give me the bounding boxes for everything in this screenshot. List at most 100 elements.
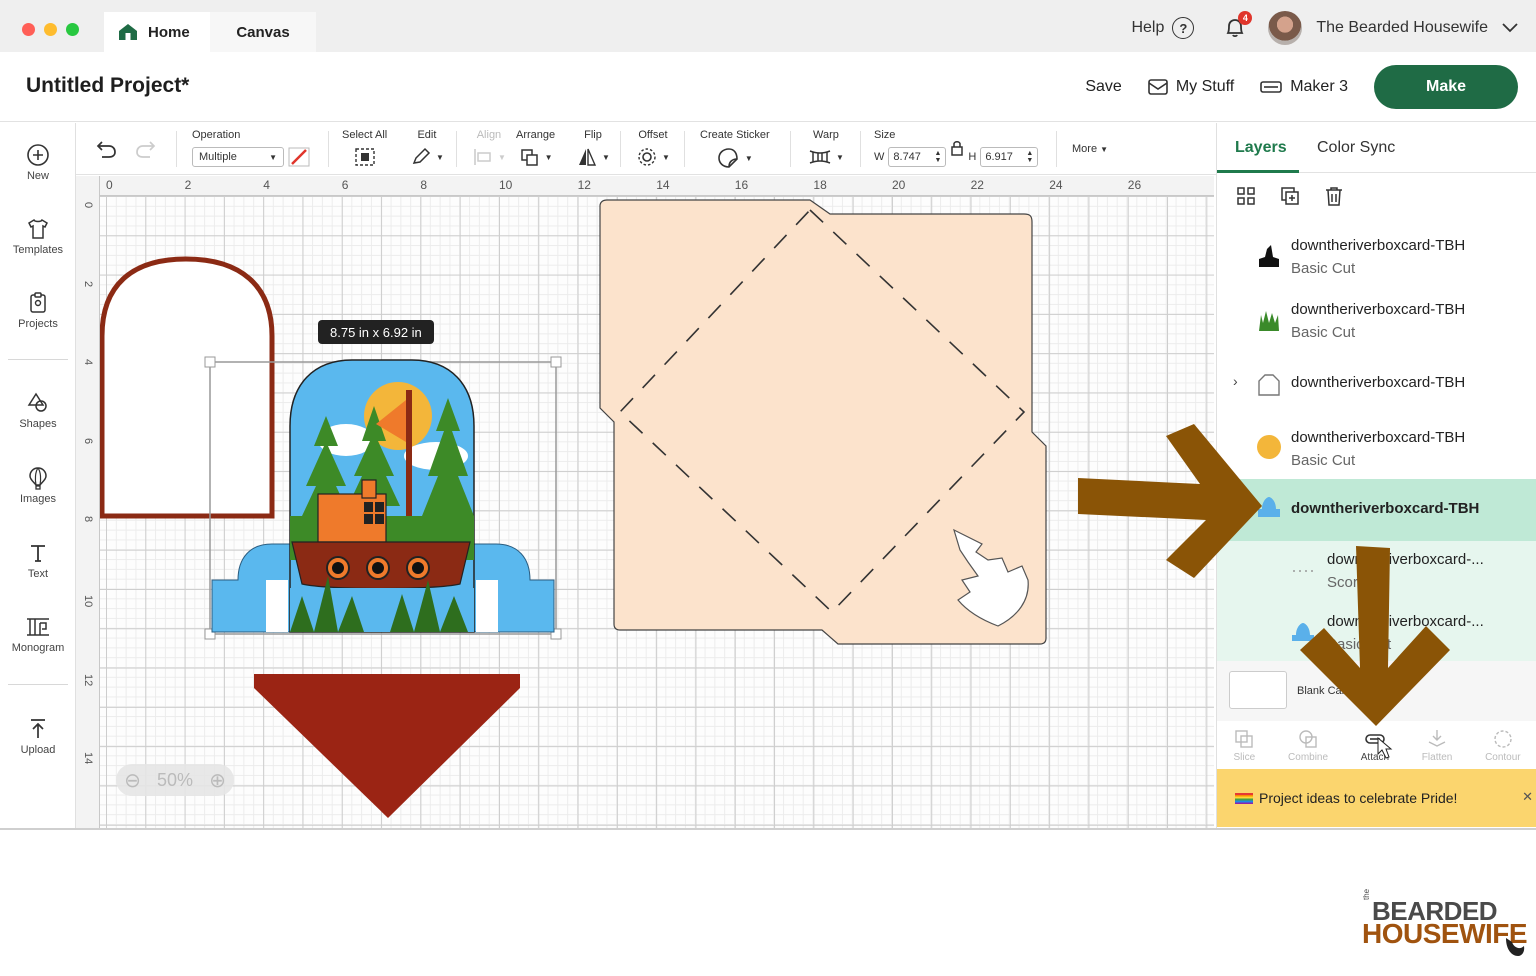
zoom-in-button[interactable]: ⊕ — [209, 768, 226, 793]
tab-color-sync[interactable]: Color Sync — [1317, 139, 1395, 157]
select-all-label: Select All — [342, 129, 388, 141]
combine-button[interactable]: Combine — [1288, 728, 1328, 763]
operation-group: Operation Multiple ▼ — [192, 129, 310, 167]
dropdown-caret-icon: ▼ — [436, 152, 444, 162]
layer-name: downtheriverboxcard-TBH — [1291, 301, 1466, 318]
create-sticker-label: Create Sticker — [700, 129, 770, 141]
pen-color-swatch-icon[interactable] — [288, 147, 310, 167]
avatar[interactable] — [1268, 11, 1303, 45]
notifications-button[interactable]: 4 — [1222, 11, 1253, 41]
align-group[interactable]: Align ▼ — [472, 129, 506, 167]
layer-row[interactable]: downtheriverboxcard-TBH Basic Cut — [1217, 291, 1536, 353]
chevron-down-icon[interactable] — [1502, 23, 1518, 33]
size-label: Size — [874, 129, 896, 141]
tab-home[interactable]: Home — [104, 12, 210, 52]
edit-group[interactable]: Edit ▼ — [410, 129, 444, 167]
machine-selector[interactable]: Maker 3 — [1260, 78, 1348, 96]
resize-handle[interactable] — [550, 356, 562, 368]
resize-handle[interactable] — [204, 356, 216, 368]
layer-row[interactable]: downtheriverboxcard-... Basic Cut — [1217, 603, 1536, 665]
cutting-machine-icon — [1260, 81, 1283, 93]
close-icon[interactable]: ✕ — [1522, 789, 1533, 805]
undo-icon[interactable] — [94, 139, 118, 159]
user-name[interactable]: The Bearded Housewife — [1316, 19, 1488, 37]
layer-row[interactable]: downtheriverboxcard-TBH Basic Cut — [1217, 419, 1536, 481]
layer-group-row[interactable]: › downtheriverboxcard-TBH — [1217, 355, 1536, 417]
upload-icon — [31, 719, 45, 738]
tab-canvas[interactable]: Canvas — [210, 12, 316, 52]
lock-icon[interactable] — [950, 140, 964, 156]
close-window-button[interactable] — [22, 23, 35, 36]
height-input[interactable]: 6.917 ▲ ▼ — [980, 147, 1039, 167]
design-canvas[interactable]: 0 2 4 6 8 10 12 14 16 18 20 22 24 26 0 2 4 6 8 10 12 14 8.75… — [76, 176, 1214, 828]
blank-canvas-row[interactable]: Blank Canvas — [1217, 661, 1536, 721]
select-all-group[interactable]: Select All — [342, 129, 387, 167]
arch-shape[interactable] — [99, 256, 275, 519]
create-sticker-group[interactable]: Create Sticker ▼ — [700, 129, 770, 169]
layer-row[interactable]: downtheriverboxcard-TBH Basic Cut — [1217, 227, 1536, 289]
my-stuff-button[interactable]: My Stuff — [1148, 78, 1234, 96]
width-input[interactable]: 8.747 ▲ ▼ — [888, 147, 947, 167]
toolbar-divider — [328, 131, 329, 167]
sidebar-item-monogram[interactable]: Monogram — [0, 615, 76, 654]
attach-button[interactable]: Attach — [1361, 728, 1389, 763]
combine-icon — [1299, 729, 1317, 748]
make-button[interactable]: Make — [1374, 65, 1518, 109]
save-button[interactable]: Save — [1085, 78, 1121, 96]
sidebar-item-templates[interactable]: Templates — [0, 217, 76, 256]
layer-toolbar — [1235, 185, 1345, 207]
toolbar-divider — [684, 131, 685, 167]
ruler-tick-label: 6 — [341, 178, 349, 192]
size-group: Size W 8.747 ▲ ▼ H 6.917 ▲ ▼ — [874, 129, 1039, 167]
trash-icon[interactable] — [1323, 185, 1345, 207]
stepper-arrows-icon[interactable]: ▲ ▼ — [934, 150, 941, 164]
flip-icon — [579, 148, 597, 166]
sidebar-item-images[interactable]: Images — [0, 466, 76, 505]
layer-row[interactable]: downtheriverboxcard-... Score — [1217, 541, 1536, 603]
sidebar-item-shapes[interactable]: Shapes — [0, 391, 76, 430]
duplicate-icon[interactable] — [1279, 185, 1301, 207]
stepper-arrows-icon[interactable]: ▲ ▼ — [1026, 150, 1033, 164]
canvas-color-swatch[interactable] — [1229, 671, 1287, 709]
height-label: H — [968, 151, 977, 163]
plus-circle-icon — [27, 144, 49, 166]
minimize-window-button[interactable] — [44, 23, 57, 36]
sidebar-item-upload[interactable]: Upload — [0, 717, 76, 756]
sidebar-item-projects[interactable]: Projects — [0, 291, 76, 330]
tab-layers[interactable]: Layers — [1235, 139, 1287, 157]
more-button[interactable]: More ▼ — [1072, 143, 1108, 155]
arrange-group[interactable]: Arrange ▼ — [516, 129, 555, 167]
active-tab-indicator — [1217, 170, 1299, 173]
more-label: More — [1072, 143, 1098, 155]
sidebar-item-label: Shapes — [19, 418, 57, 430]
expand-chevron-icon[interactable]: › — [1233, 373, 1238, 389]
ruler-tick-label: 6 — [82, 437, 94, 444]
toolbar-divider — [176, 131, 177, 167]
slice-button[interactable]: Slice — [1233, 728, 1255, 763]
group-icon[interactable] — [1235, 185, 1257, 207]
promo-banner[interactable]: Project ideas to celebrate Pride! ✕ — [1217, 769, 1536, 827]
sidebar-item-new[interactable]: New — [0, 143, 76, 182]
layer-operation: Basic Cut — [1291, 260, 1356, 277]
ruler-tick-label: 2 — [82, 280, 94, 287]
operation-select[interactable]: Multiple ▼ — [192, 147, 284, 167]
flip-label: Flip — [584, 129, 602, 141]
select-all-icon — [354, 148, 375, 166]
contour-button[interactable]: Contour — [1485, 728, 1521, 763]
warp-group[interactable]: Warp ▼ — [808, 129, 844, 167]
flip-group[interactable]: Flip ▼ — [576, 129, 610, 167]
offset-group[interactable]: Offset ▼ — [636, 129, 670, 167]
triangle-flap-shape[interactable] — [254, 674, 520, 818]
hot-air-balloon-icon — [29, 467, 47, 490]
contour-label: Contour — [1485, 751, 1521, 763]
help-link[interactable]: Help ? — [1131, 17, 1195, 39]
page-title[interactable]: Untitled Project* — [26, 74, 189, 98]
sidebar-item-text[interactable]: Text — [0, 541, 76, 580]
ruler-tick-label: 24 — [1049, 178, 1063, 192]
envelope-shape[interactable] — [599, 199, 1047, 645]
maximize-window-button[interactable] — [66, 23, 79, 36]
redo-icon[interactable] — [134, 139, 158, 159]
zoom-out-button[interactable]: ⊖ — [124, 768, 141, 793]
flatten-button[interactable]: Flatten — [1422, 728, 1452, 763]
layer-group-row-selected[interactable]: downtheriverboxcard-TBH — [1217, 479, 1536, 541]
